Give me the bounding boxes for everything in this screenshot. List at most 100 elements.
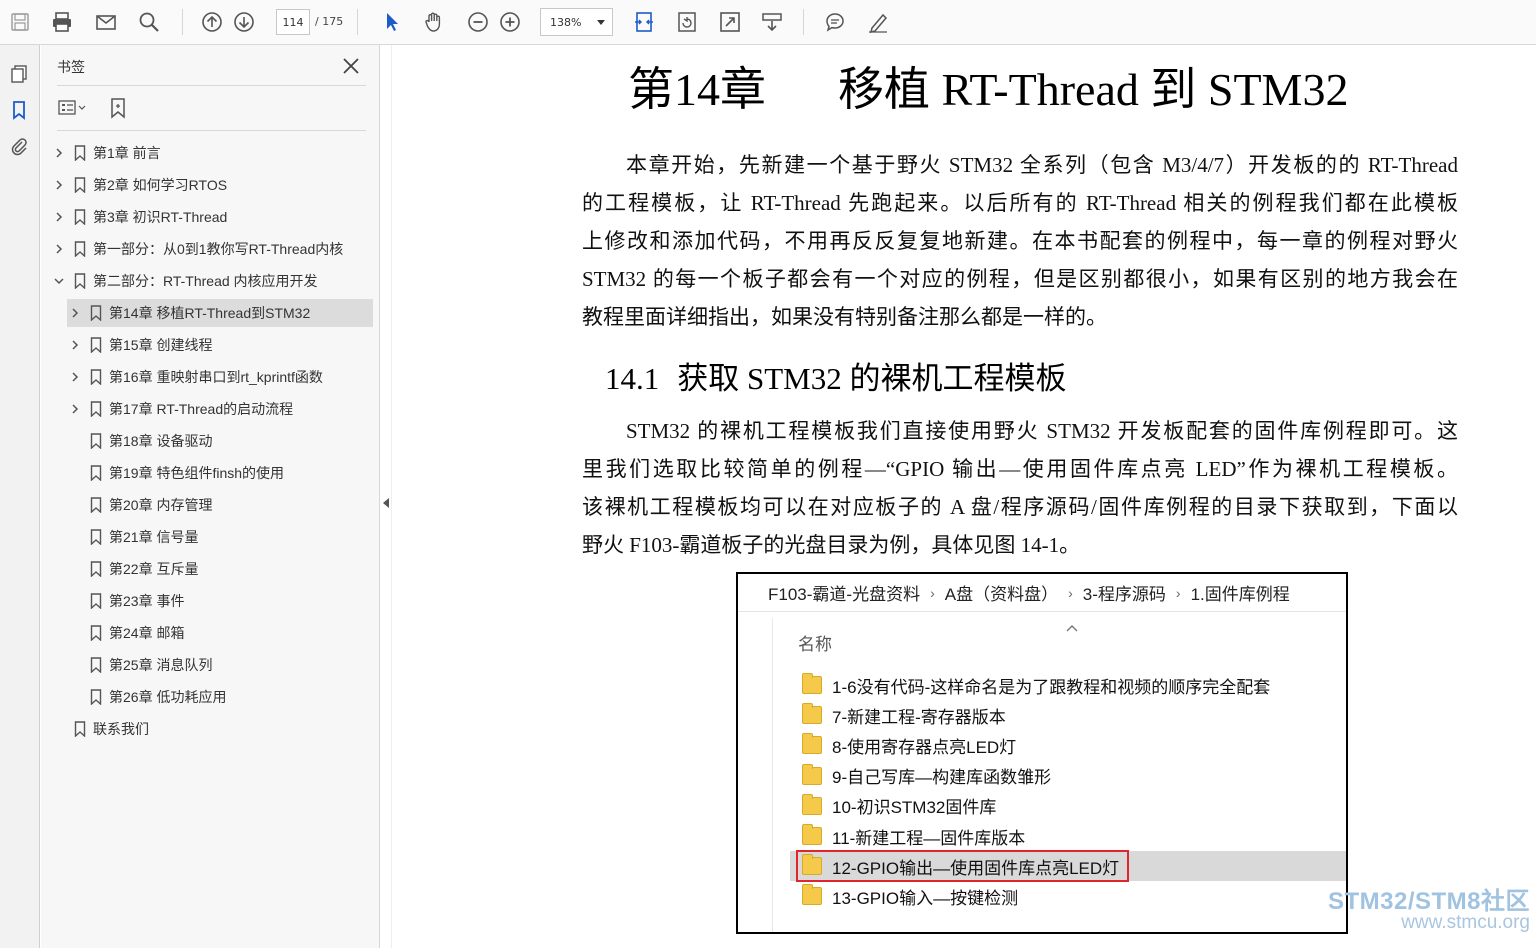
chevron-right-icon[interactable] — [67, 305, 83, 321]
paragraph-line: 野火 F103-霸道板子的光盘目录为例，具体见图 14-1。 — [582, 533, 1081, 557]
bookmark-label: 第15章 创建线程 — [109, 337, 213, 353]
print-icon[interactable] — [48, 8, 76, 36]
bookmark-icon — [89, 369, 103, 385]
bookmark-item[interactable]: 第3章 初识RT-Thread — [51, 203, 373, 231]
bookmark-icon — [89, 625, 103, 641]
bookmark-item[interactable]: 联系我们 — [51, 715, 373, 743]
bookmark-item[interactable]: 第23章 事件 — [67, 587, 373, 615]
watermark: STM32/STM8社区 www.stmcu.org — [1328, 881, 1530, 934]
breadcrumb-item: 1.固件库例程 — [1190, 585, 1290, 604]
paragraph-line: 的工程模板，让 RT-Thread 先跑起来。以后所有的 RT-Thread 相… — [582, 191, 1458, 215]
sign-icon[interactable] — [864, 8, 892, 36]
bookmark-icon[interactable] — [6, 97, 32, 123]
paragraph-line: 里我们选取比较简单的例程—“GPIO 输出—使用固件库点亮 LED”作为裸机工程… — [582, 457, 1458, 481]
bookmark-item[interactable]: 第14章 移植RT-Thread到STM32 — [67, 299, 373, 327]
bookmark-item[interactable]: 第19章 特色组件finsh的使用 — [67, 459, 373, 487]
folder-name: 7-新建工程-寄存器版本 — [832, 707, 1006, 727]
fit-page-icon[interactable] — [630, 8, 658, 36]
chevron-down-icon — [597, 20, 605, 25]
bookmark-label: 第25章 消息队列 — [109, 657, 213, 673]
bookmark-label: 第21章 信号量 — [109, 529, 199, 545]
rotate-icon[interactable] — [673, 8, 701, 36]
zoom-out-icon[interactable] — [464, 8, 492, 36]
search-icon[interactable] — [135, 8, 163, 36]
bookmark-icon — [73, 241, 87, 257]
bookmark-item[interactable]: 第22章 互斥量 — [67, 555, 373, 583]
highlight-box — [796, 850, 1129, 882]
bookmark-icon — [89, 337, 103, 353]
full-screen-icon[interactable] — [716, 8, 744, 36]
bookmark-label: 第二部分：RT-Thread 内核应用开发 — [93, 273, 318, 289]
bookmark-item[interactable]: 第16章 重映射串口到rt_kprintf函数 — [67, 363, 373, 391]
page-number-input[interactable]: 114 — [276, 9, 310, 35]
bookmark-item[interactable]: 第1章 前言 — [51, 139, 373, 167]
email-icon[interactable] — [92, 8, 120, 36]
chevron-right-icon[interactable] — [51, 177, 67, 193]
chevron-right-icon[interactable] — [51, 241, 67, 257]
sort-ascending-icon — [1065, 618, 1079, 632]
bookmark-label: 第18章 设备驱动 — [109, 433, 213, 449]
bookmark-item[interactable]: 第21章 信号量 — [67, 523, 373, 551]
section-number: 14.1 — [605, 361, 660, 396]
attachment-icon[interactable] — [6, 133, 32, 159]
bookmark-item[interactable]: 第15章 创建线程 — [67, 331, 373, 359]
chevron-right-icon[interactable] — [67, 337, 83, 353]
hand-tool-icon[interactable] — [420, 8, 448, 36]
page-down-icon[interactable] — [230, 8, 258, 36]
folder-icon — [802, 763, 822, 785]
close-icon[interactable] — [340, 55, 362, 77]
bookmark-item[interactable]: 第2章 如何学习RTOS — [51, 171, 373, 199]
select-cursor-icon[interactable] — [378, 8, 406, 36]
toolbar: 114 / 175 138% — [0, 0, 1536, 45]
paragraph-line: 该裸机工程模板均可以在对应板子的 A 盘/程序源码/固件库例程的目录下获取到，下… — [582, 495, 1458, 519]
bookmark-label: 第16章 重映射串口到rt_kprintf函数 — [109, 369, 323, 385]
column-header-name: 名称 — [798, 635, 832, 654]
folder-name: 9-自己写库—构建库函数雏形 — [832, 768, 1052, 788]
section-heading: 14.1 获取 STM32 的裸机工程模板 — [605, 353, 1067, 398]
chevron-right-icon[interactable] — [51, 145, 67, 161]
collapse-arrow-icon[interactable] — [383, 498, 389, 508]
folder-name: 13-GPIO输入—按键检测 — [832, 888, 1019, 908]
zoom-level-select[interactable]: 138% — [540, 8, 613, 36]
panel-divider — [57, 85, 366, 86]
bookmark-item[interactable]: 第20章 内存管理 — [67, 491, 373, 519]
chevron-down-icon[interactable] — [51, 273, 67, 289]
bookmark-item[interactable]: 第一部分：从0到1教你写RT-Thread内核 — [51, 235, 373, 263]
chevron-right-icon: › — [1068, 584, 1073, 601]
bookmark-item[interactable]: 第18章 设备驱动 — [67, 427, 373, 455]
save-icon[interactable] — [6, 8, 34, 36]
bookmark-label: 第1章 前言 — [93, 145, 161, 161]
folder-icon — [802, 673, 822, 694]
panel-splitter[interactable] — [380, 45, 392, 948]
bookmark-item[interactable]: 第25章 消息队列 — [67, 651, 373, 679]
breadcrumb: F103-霸道-光盘资料 › A盘（资料盘） › 3-程序源码 › 1.固件库例程 — [738, 574, 1346, 612]
pages-thumbnail-icon[interactable] — [6, 61, 32, 87]
bookmark-item[interactable]: 第24章 邮箱 — [67, 619, 373, 647]
comment-icon[interactable] — [821, 8, 849, 36]
options-list-icon — [58, 100, 86, 115]
bookmark-item[interactable]: 第17章 RT-Thread的启动流程 — [67, 395, 373, 423]
chevron-right-icon[interactable] — [51, 209, 67, 225]
zoom-in-icon[interactable] — [496, 8, 524, 36]
page-up-icon[interactable] — [198, 8, 226, 36]
add-bookmark-button[interactable] — [107, 97, 141, 119]
chevron-right-icon[interactable] — [67, 369, 83, 385]
paragraph-line: 本章开始，先新建一个基于野火 STM32 全系列（包含 M3/4/7）开发板的的… — [626, 153, 1458, 177]
chapter-number: 第14章 — [628, 64, 766, 115]
bookmark-icon — [89, 529, 103, 545]
bookmark-options-button[interactable] — [57, 97, 91, 119]
bookmark-label: 第17章 RT-Thread的启动流程 — [109, 401, 294, 417]
bookmark-item[interactable]: 第26章 低功耗应用 — [67, 683, 373, 711]
breadcrumb-item: 3-程序源码 — [1082, 585, 1166, 604]
bookmark-item[interactable]: 第二部分：RT-Thread 内核应用开发 — [51, 267, 373, 295]
chevron-right-icon[interactable] — [67, 401, 83, 417]
column-divider — [772, 618, 773, 932]
folder-row: 13-GPIO输入—按键检测 — [790, 881, 1346, 911]
read-mode-icon[interactable] — [758, 8, 786, 36]
